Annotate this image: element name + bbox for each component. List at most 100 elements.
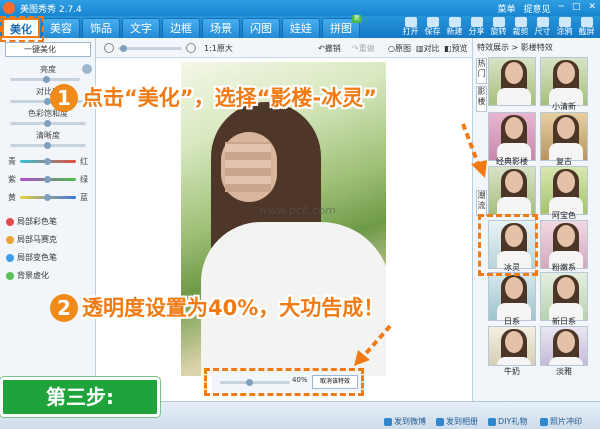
preview-button[interactable]: ◧预览 <box>444 43 468 54</box>
tool-label: 截屏 <box>578 27 595 36</box>
thumb-label: 小清新 <box>552 102 576 111</box>
brush-label: 局部彩色笔 <box>17 217 57 226</box>
purple-label: 紫 <box>8 175 16 184</box>
highlight-iceling <box>478 214 538 276</box>
effect-thumb[interactable] <box>488 112 536 161</box>
app-title: 美图秀秀 2.7.4 <box>20 5 82 15</box>
post-album-button[interactable]: 发到相册 <box>436 416 478 427</box>
tool-label: 涂鸦 <box>556 27 573 36</box>
tab-collage[interactable]: 拼图新 <box>322 15 362 38</box>
zoom-out-icon[interactable] <box>104 43 114 53</box>
effect-thumb[interactable] <box>540 166 588 215</box>
status-label: 发到相册 <box>446 417 478 426</box>
background-blur-item[interactable]: 背景虚化 <box>6 270 49 281</box>
color-brush-item[interactable]: 局部彩色笔 <box>6 216 57 227</box>
slider-knob[interactable] <box>44 176 51 183</box>
share-button[interactable]: 分享 <box>467 16 486 38</box>
tab-text[interactable]: 文字 <box>122 18 160 38</box>
slider-knob[interactable] <box>44 158 51 165</box>
redo-label: 重做 <box>358 44 375 53</box>
compare-button[interactable]: ▥对比 <box>416 43 440 54</box>
maximize-icon[interactable]: □ <box>572 2 581 15</box>
zoom-actual-size[interactable]: 1:1原大 <box>204 43 233 54</box>
tab-scene[interactable]: 场景 <box>202 18 240 38</box>
reset-icon[interactable] <box>82 64 92 74</box>
undo-button[interactable]: ↶撤销 <box>318 43 341 54</box>
step1-text: 点击“美化”，选择“影楼-冰灵” <box>82 86 377 110</box>
tool-label: 分享 <box>468 27 485 36</box>
print-icon <box>540 417 548 426</box>
vtab-studio[interactable]: 影楼 <box>476 86 487 112</box>
app-logo-icon <box>3 2 15 14</box>
effect-thumb[interactable] <box>540 112 588 161</box>
redo-button[interactable]: ↷重做 <box>352 43 375 54</box>
new-badge: 新 <box>352 15 362 23</box>
slider-knob[interactable] <box>120 45 127 52</box>
highlight-opacity <box>204 368 364 396</box>
tab-flash[interactable]: 闪图 <box>242 18 280 38</box>
title-bar: 美图秀秀 2.7.4 菜单 提意见 ─ □ ✕ <box>0 0 600 16</box>
step2-number: 2 <box>50 294 78 322</box>
slider-knob[interactable] <box>44 120 51 127</box>
menu-link[interactable]: 菜单 <box>497 2 515 15</box>
saturation-slider[interactable] <box>10 120 86 127</box>
cyan-red-slider[interactable] <box>20 158 76 165</box>
one-key-label: 一键美化 <box>24 45 56 54</box>
zoom-in-icon[interactable] <box>186 43 196 53</box>
slider-knob[interactable] <box>43 76 50 83</box>
zoom-slider[interactable] <box>118 45 182 52</box>
tab-label: 美容 <box>50 22 72 35</box>
effect-thumb[interactable] <box>488 326 536 366</box>
open-button[interactable]: 打开 <box>401 16 420 38</box>
tab-face[interactable]: 美容 <box>42 18 80 38</box>
screenshot-button[interactable]: 截屏 <box>577 16 596 38</box>
new-button[interactable]: 新建 <box>445 16 464 38</box>
effect-thumb[interactable] <box>540 57 588 106</box>
effect-thumb[interactable] <box>540 272 588 321</box>
crop-button[interactable]: 裁剪 <box>511 16 530 38</box>
tab-label: 场景 <box>210 22 232 35</box>
vtab-trend[interactable]: 潮流 <box>476 190 487 216</box>
tab-frame[interactable]: 边框 <box>162 18 200 38</box>
original-button[interactable]: ○原图 <box>388 43 411 54</box>
diy-gift-button[interactable]: DIY礼物 <box>488 416 527 427</box>
photo-print-button[interactable]: 照片冲印 <box>540 416 582 427</box>
effect-thumb[interactable] <box>488 166 536 215</box>
resize-button[interactable]: 尺寸 <box>533 16 552 38</box>
brightness-slider[interactable] <box>10 76 80 83</box>
slider-knob[interactable] <box>44 142 51 149</box>
tool-label: 裁剪 <box>512 27 529 36</box>
brush-label: 局部马赛克 <box>17 235 57 244</box>
effect-thumb[interactable] <box>540 326 588 366</box>
sharpness-slider[interactable] <box>10 142 86 149</box>
close-icon[interactable]: ✕ <box>588 2 596 15</box>
share-icon <box>470 17 483 27</box>
one-key-beautify-button[interactable]: 一键美化 <box>5 42 91 57</box>
step-label: 第三步: <box>0 377 160 417</box>
highlight-beautify-tab <box>0 16 44 42</box>
blue-label: 蓝 <box>80 193 88 202</box>
resize-icon <box>536 17 549 27</box>
tab-label: 娃娃 <box>290 22 312 35</box>
yellow-blue-slider[interactable] <box>20 194 76 201</box>
save-icon <box>426 17 439 27</box>
recolor-brush-item[interactable]: 局部变色笔 <box>6 252 57 263</box>
effect-thumb[interactable] <box>488 272 536 321</box>
purple-green-slider[interactable] <box>20 176 76 183</box>
post-weibo-button[interactable]: 发到微博 <box>384 416 426 427</box>
minimize-icon[interactable]: ─ <box>559 2 564 15</box>
tab-label: 拼图 <box>330 22 352 35</box>
yellow-label: 黄 <box>8 193 16 202</box>
album-icon <box>436 417 444 426</box>
doodle-button[interactable]: 涂鸦 <box>555 16 574 38</box>
tab-doll[interactable]: 娃娃 <box>282 18 320 38</box>
slider-knob[interactable] <box>44 194 51 201</box>
feedback-link[interactable]: 提意见 <box>524 2 551 15</box>
mosaic-item[interactable]: 局部马赛克 <box>6 234 57 245</box>
save-button[interactable]: 保存 <box>423 16 442 38</box>
effect-thumb[interactable] <box>488 57 536 106</box>
tab-accessories[interactable]: 饰品 <box>82 18 120 38</box>
arrow-to-iceling-icon <box>461 123 487 178</box>
vtab-popular[interactable]: 热门 <box>476 58 487 84</box>
rotate-button[interactable]: 旋转 <box>489 16 508 38</box>
